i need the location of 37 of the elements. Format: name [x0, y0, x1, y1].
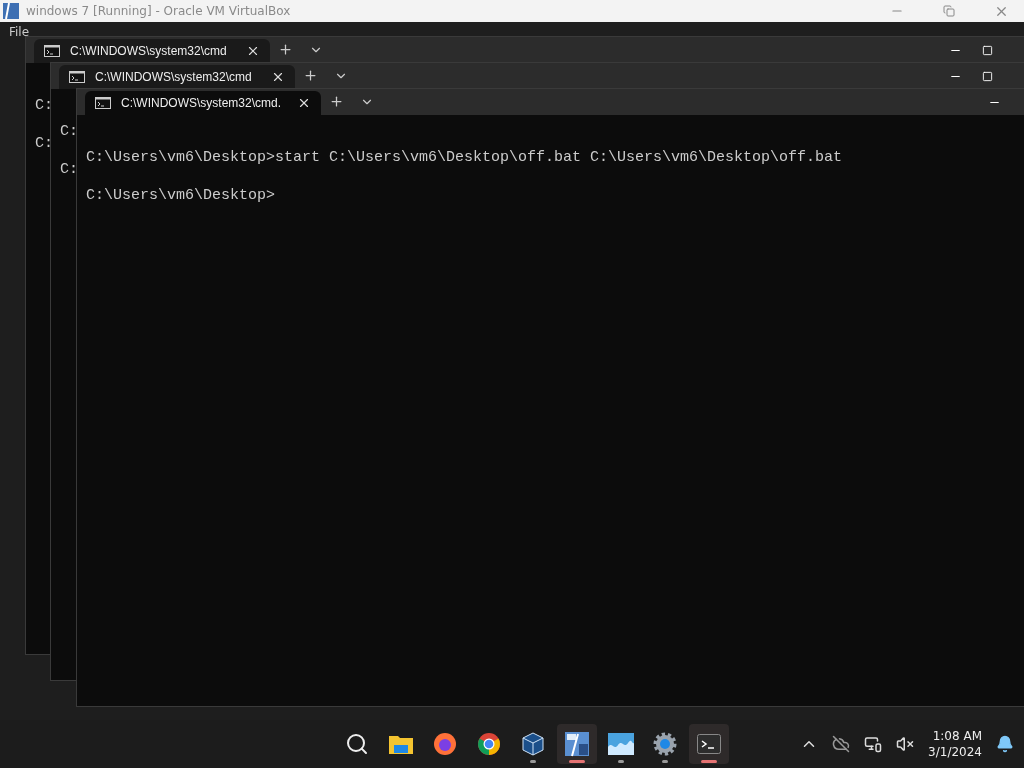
console-line: C:	[60, 122, 78, 141]
cube-icon[interactable]	[522, 732, 544, 756]
terminal-tab[interactable]: C:\WINDOWS\system32\cmd	[59, 65, 295, 89]
search-icon[interactable]	[345, 732, 369, 756]
maximize-icon[interactable]	[982, 44, 993, 56]
console-icon	[95, 97, 111, 109]
taskbar-app[interactable]	[557, 724, 597, 764]
terminal-icon[interactable]	[697, 734, 721, 754]
close-icon[interactable]	[297, 96, 311, 110]
cloud-off-icon[interactable]	[832, 735, 851, 753]
menu-item[interactable]: File	[9, 25, 30, 39]
console-icon	[69, 71, 85, 83]
console-line: C:	[35, 134, 53, 153]
window-title: windows 7 [Running] - Oracle VM VirtualBox	[26, 4, 292, 18]
virtual-machine-icon[interactable]	[564, 731, 590, 757]
maximize-icon[interactable]	[982, 70, 993, 82]
console-line: C:	[60, 160, 78, 179]
firefox-icon[interactable]	[433, 732, 457, 756]
terminal-tab[interactable]: C:\WINDOWS\system32\cmd.	[85, 91, 321, 115]
chrome-icon[interactable]	[477, 732, 501, 756]
console-icon	[44, 45, 60, 57]
clock-date[interactable]: 3/1/2024	[928, 744, 982, 760]
console-line: C:	[35, 96, 53, 115]
clock-time[interactable]: 1:08 AM	[932, 728, 982, 744]
new-tab-icon[interactable]	[303, 68, 318, 83]
network-icon[interactable]	[864, 735, 883, 753]
close-icon[interactable]	[246, 44, 260, 58]
new-tab-icon[interactable]	[278, 42, 293, 57]
close-icon[interactable]	[271, 70, 285, 84]
settings-icon[interactable]	[652, 731, 678, 757]
terminal-tab[interactable]: C:\WINDOWS\system32\cmd	[34, 39, 270, 63]
console-line: C:\Users\vm6\Desktop>start C:\Users\vm6\Desktop\off.bat C:\Users\vm6\Desktop\off.bat	[86, 148, 843, 167]
notification-bell-icon[interactable]	[996, 735, 1014, 753]
mute-icon[interactable]	[896, 735, 915, 753]
console-line: C:\Users\vm6\Desktop>	[86, 186, 276, 205]
new-tab-icon[interactable]	[329, 94, 344, 109]
folder-icon[interactable]	[388, 733, 414, 755]
